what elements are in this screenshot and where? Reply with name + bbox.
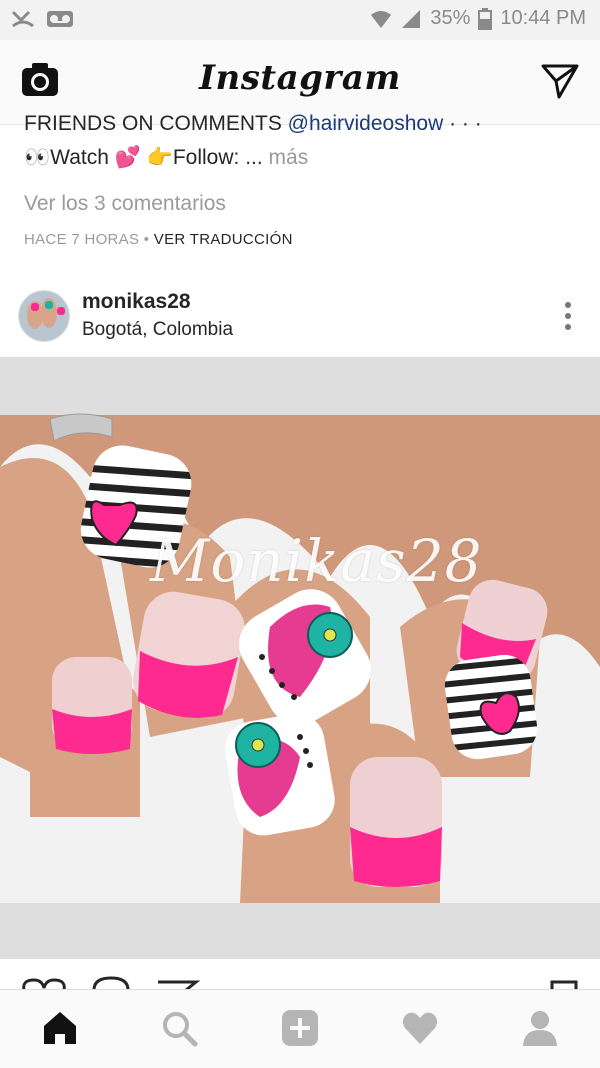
voicemail-icon (47, 11, 73, 27)
caption-ellipsis: · · · (443, 112, 482, 135)
add-post-icon[interactable] (280, 1008, 320, 1048)
status-bar: 35% 10:44 PM (0, 0, 600, 40)
more-link[interactable]: más (269, 146, 309, 169)
view-comments-link[interactable]: Ver los 3 comentarios (24, 192, 226, 216)
battery-icon (478, 7, 493, 30)
caption-line-1: FRIENDS ON COMMENTS @hairvideoshow · · · (24, 112, 482, 136)
nail-striped-heart-2 (441, 654, 541, 760)
battery-percent: 35% (430, 7, 471, 29)
watermark: Monikas28 (150, 527, 483, 595)
wifi-icon (371, 10, 392, 28)
activity-heart-icon[interactable] (400, 1008, 440, 1048)
profile-icon[interactable] (520, 1008, 560, 1048)
meta-separator: • (139, 231, 154, 248)
more-options-icon[interactable] (558, 300, 578, 332)
home-icon[interactable] (40, 1008, 80, 1048)
nail-art-photo (0, 357, 600, 959)
avatar-image (19, 291, 69, 341)
post-time: HACE 7 HORAS (24, 231, 140, 248)
post-location[interactable]: Bogotá, Colombia (82, 319, 233, 341)
post-image[interactable]: Monikas28 (0, 357, 600, 959)
translate-link[interactable]: VER TRADUCCIÓN (154, 231, 293, 248)
status-right: 35% 10:44 PM (370, 7, 586, 30)
caption-text-2: 👀Watch 💕 👉Follow: ... (24, 146, 269, 169)
direct-message-icon[interactable] (540, 60, 580, 100)
nail-french-3 (350, 757, 442, 887)
caption-text: FRIENDS ON COMMENTS (24, 112, 288, 135)
app-title: Instagram (199, 58, 401, 98)
missed-call-icon (11, 10, 34, 28)
action-row (0, 960, 600, 990)
signal-icon (402, 9, 421, 28)
mention-link[interactable]: @hairvideoshow (288, 112, 444, 135)
avatar[interactable] (18, 290, 70, 342)
bottom-nav (0, 989, 600, 1068)
post-username[interactable]: monikas28 (82, 290, 191, 314)
status-left (10, 8, 74, 30)
clock: 10:44 PM (500, 7, 586, 29)
post-meta: HACE 7 HORAS • VER TRADUCCIÓN (24, 231, 293, 248)
caption-line-2: 👀Watch 💕 👉Follow: ... más (24, 146, 308, 170)
post-header: monikas28 Bogotá, Colombia (0, 282, 600, 356)
search-icon[interactable] (159, 1008, 199, 1048)
nail-french-left (52, 657, 132, 754)
